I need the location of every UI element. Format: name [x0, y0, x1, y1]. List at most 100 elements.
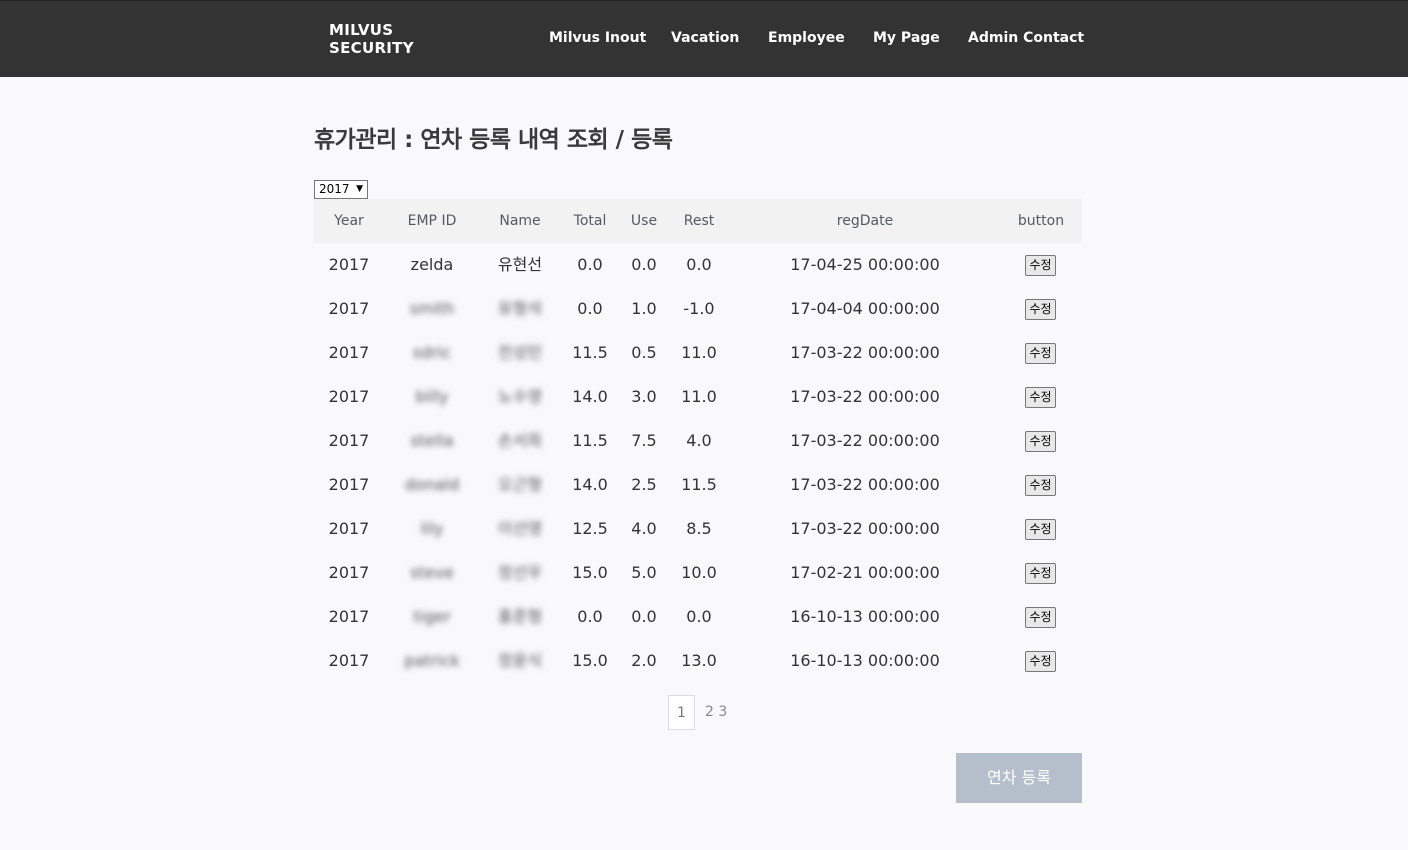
nav-employee[interactable]: Employee [768, 30, 845, 46]
table-row: 2017 steve 정선우 15.0 5.0 10.0 17-02-21 00:00:00… [314, 551, 1082, 595]
edit-button[interactable]: 수정 [1025, 475, 1056, 496]
nav-admin-contact[interactable]: Admin Contact [968, 30, 1084, 46]
cell-regdate: 16-10-13 00:00:00 [790, 651, 940, 670]
cell-name: 전성민 [497, 343, 543, 362]
cell-emp-id: billy [415, 387, 449, 406]
cell-name: 노수영 [497, 387, 543, 406]
table-header: Year EMP ID Name Total Use Rest regDate … [314, 199, 1082, 243]
cell-regdate: 17-03-22 00:00:00 [790, 519, 940, 538]
cell-total: 15.0 [572, 563, 608, 582]
cell-emp-id: patrick [404, 651, 460, 670]
cell-use: 4.0 [631, 519, 657, 538]
edit-button[interactable]: 수정 [1025, 519, 1056, 540]
page-other-links[interactable]: 2 3 [705, 695, 727, 730]
cell-year: 2017 [328, 607, 370, 626]
year-select[interactable]: 2017 ▼ [314, 180, 368, 199]
cell-total: 0.0 [577, 299, 603, 318]
cell-total: 14.0 [572, 387, 608, 406]
cell-name: 유현선 [497, 255, 543, 274]
cell-rest: 11.0 [681, 343, 717, 362]
cell-year: 2017 [328, 651, 370, 670]
cell-regdate: 17-03-22 00:00:00 [790, 475, 940, 494]
cell-total: 0.0 [577, 255, 603, 274]
header-emp-id: EMP ID [407, 213, 457, 229]
cell-regdate: 17-04-25 00:00:00 [790, 255, 940, 274]
cell-name: 정선우 [497, 563, 543, 582]
cell-rest: 11.0 [681, 387, 717, 406]
edit-button[interactable]: 수정 [1025, 299, 1056, 320]
cell-total: 12.5 [572, 519, 608, 538]
header-use: Use [630, 213, 658, 229]
cell-total: 14.0 [572, 475, 608, 494]
cell-rest: 0.0 [686, 607, 712, 626]
page-current[interactable]: 1 [668, 695, 695, 730]
header-regdate: regDate [836, 213, 894, 229]
table-row: 2017 stella 손서희 11.5 7.5 4.0 17-03-22 00:00:00… [314, 419, 1082, 463]
cell-use: 1.0 [631, 299, 657, 318]
nav-vacation[interactable]: Vacation [671, 30, 739, 46]
header-name: Name [499, 213, 541, 229]
brand-line1: MILVUS [329, 21, 394, 39]
cell-emp-id: tiger [413, 607, 451, 626]
header-total: Total [573, 213, 607, 229]
cell-emp-id: stella [410, 431, 454, 450]
cell-emp-id: sdric [412, 343, 452, 362]
cell-total: 11.5 [572, 431, 608, 450]
nav-milvus-inout[interactable]: Milvus Inout [549, 30, 646, 46]
header-rest: Rest [683, 213, 715, 229]
cell-regdate: 17-03-22 00:00:00 [790, 431, 940, 450]
cell-emp-id: steve [410, 563, 454, 582]
cell-use: 0.0 [631, 255, 657, 274]
cell-use: 3.0 [631, 387, 657, 406]
cell-rest: 4.0 [686, 431, 712, 450]
table-row: 2017 billy 노수영 14.0 3.0 11.0 17-03-22 00:00:00… [314, 375, 1082, 419]
cell-year: 2017 [328, 475, 370, 494]
cell-rest: 8.5 [686, 519, 712, 538]
cell-emp-id: zelda [410, 255, 454, 274]
table-row: 2017 patrick 정윤식 15.0 2.0 13.0 16-10-13 00:00:… [314, 639, 1082, 683]
cell-use: 2.0 [631, 651, 657, 670]
cell-regdate: 17-04-04 00:00:00 [790, 299, 940, 318]
cell-total: 0.0 [577, 607, 603, 626]
cell-use: 0.0 [631, 607, 657, 626]
cell-year: 2017 [328, 255, 370, 274]
cell-year: 2017 [328, 343, 370, 362]
cell-emp-id: smith [409, 299, 455, 318]
table-row: 2017 smith 유형석 0.0 1.0 -1.0 17-04-04 00:00:00 수… [314, 287, 1082, 331]
cell-name: 손서희 [497, 431, 543, 450]
cell-year: 2017 [328, 299, 370, 318]
edit-button[interactable]: 수정 [1025, 387, 1056, 408]
edit-button[interactable]: 수정 [1025, 607, 1056, 628]
cell-use: 2.5 [631, 475, 657, 494]
edit-button[interactable]: 수정 [1025, 431, 1056, 452]
register-annual-leave-button[interactable]: 연차 등록 [956, 753, 1082, 803]
cell-emp-id: donald [404, 475, 460, 494]
edit-button[interactable]: 수정 [1025, 563, 1056, 584]
cell-use: 0.5 [631, 343, 657, 362]
cell-name: 이선영 [497, 519, 543, 538]
cell-use: 5.0 [631, 563, 657, 582]
cell-rest: -1.0 [683, 299, 715, 318]
cell-year: 2017 [328, 563, 370, 582]
cell-year: 2017 [328, 431, 370, 450]
page-title: 휴가관리 : 연차 등록 내역 조회 / 등록 [314, 127, 673, 153]
header-button: button [1017, 213, 1065, 229]
table-row: 2017 donald 오근형 14.0 2.5 11.5 17-03-22 00:00:0… [314, 463, 1082, 507]
cell-regdate: 17-03-22 00:00:00 [790, 343, 940, 362]
nav-my-page[interactable]: My Page [873, 30, 940, 46]
cell-name: 오근형 [497, 475, 543, 494]
cell-rest: 10.0 [681, 563, 717, 582]
edit-button[interactable]: 수정 [1025, 255, 1056, 276]
brand-logo[interactable]: MILVUS SECURITY [329, 21, 449, 57]
edit-button[interactable]: 수정 [1025, 651, 1056, 672]
cell-name: 정윤식 [497, 651, 543, 670]
cell-year: 2017 [328, 519, 370, 538]
cell-name: 홍준형 [497, 607, 543, 626]
cell-use: 7.5 [631, 431, 657, 450]
caret-down-icon: ▼ [356, 184, 363, 194]
table-row: 2017 lily 이선영 12.5 4.0 8.5 17-03-22 00:00:00 수정 [314, 507, 1082, 551]
cell-total: 15.0 [572, 651, 608, 670]
edit-button[interactable]: 수정 [1025, 343, 1056, 364]
cell-name: 유형석 [497, 299, 543, 318]
table-row: 2017 tiger 홍준형 0.0 0.0 0.0 16-10-13 00:00:00 수정 [314, 595, 1082, 639]
